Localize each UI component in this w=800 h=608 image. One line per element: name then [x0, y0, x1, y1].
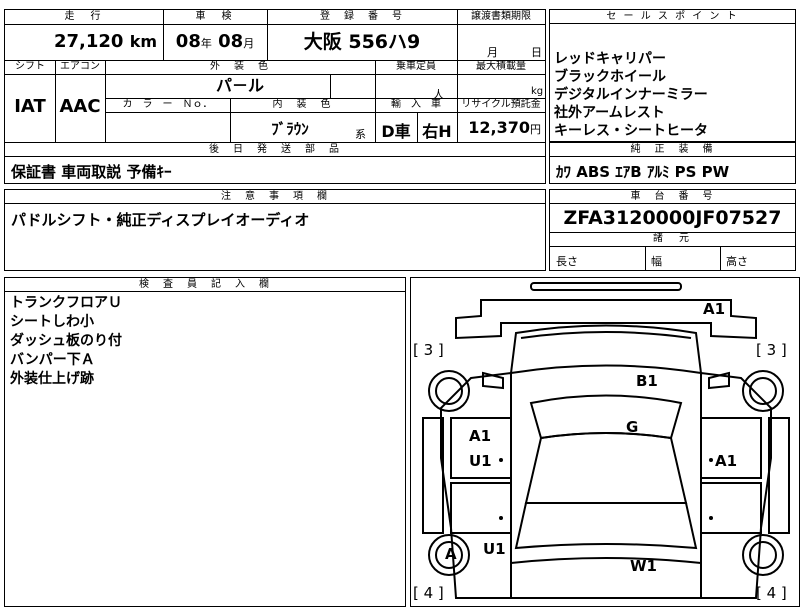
standard-equipment-header: 純 正 装 備: [550, 143, 795, 157]
inspection-year: 08: [175, 31, 201, 52]
capacity-label: 乗車定員: [396, 61, 436, 72]
damage-mark-a: A: [445, 545, 457, 563]
mileage-label: 走 行: [64, 11, 104, 22]
list-item: 外装仕上げ跡: [10, 371, 94, 387]
damage-mark-a1-right: A1: [715, 452, 738, 470]
steering-value: 右H: [422, 122, 452, 141]
mileage-value: 27,120 km: [5, 28, 163, 58]
list-item: レッドキャリパー: [554, 51, 666, 67]
list-item: ブラックホイール: [554, 69, 666, 85]
chassis-header: 車 台 番 号: [550, 190, 795, 204]
sales-points-header: セ ー ル ス ポ イ ン ト: [550, 10, 795, 24]
shift-value: IAT: [14, 96, 46, 117]
transfer-month-unit: 月: [487, 46, 498, 59]
ext-color-label: 外 装 色: [210, 61, 270, 72]
shift-label: シフト: [15, 61, 45, 72]
damage-mark-g: G: [626, 418, 639, 436]
vehicle-info-table: 走 行 車 検 登 録 番 号 譲渡書類期限 27,120 km 08年 08月…: [4, 9, 546, 143]
ac-value: AAC: [59, 96, 101, 117]
mileage-unit: km: [129, 32, 157, 51]
later-parts-box: 後 日 発 送 部 品 保証書 車両取説 予備ｷｰ: [4, 142, 546, 184]
damage-mark-b1: B1: [636, 372, 658, 390]
list-item: ダッシュ板のり付: [10, 333, 122, 349]
int-color-label: 内 装 色: [272, 99, 333, 110]
sales-points-box: セ ー ル ス ポ イ ン ト レッドキャリパー ブラックホイール デジタルイン…: [549, 9, 796, 142]
tire-depth-left-top: [ 3 ]: [413, 341, 444, 359]
import-label: 輸 入 車: [391, 99, 441, 110]
list-item: バンパー下Ａ: [10, 352, 95, 368]
inspection-month: 08: [218, 31, 244, 52]
notes-header: 注 意 事 項 欄: [5, 190, 545, 204]
recycle-amount: 12,370: [468, 118, 530, 137]
max-load-label: 最大積載量: [476, 61, 526, 72]
tire-depth-right-top: [ 3 ]: [756, 341, 787, 359]
tire-depth-left-bottom: [ 4 ]: [413, 584, 444, 602]
registration-value: 大阪 556ハ9: [303, 31, 421, 53]
inspection-year-unit: 年: [200, 37, 212, 50]
list-item: デジタルインナーミラー: [554, 87, 708, 103]
color-no-label: カ ラ ー Ｎｏ．: [122, 99, 213, 110]
notes-value: パドルシフト・純正ディスプレイオーディオ: [11, 211, 310, 229]
inspection-value: 08年 08月: [163, 28, 267, 58]
later-parts-value: 保証書 車両取説 予備ｷｰ: [11, 163, 172, 181]
inspector-box: 検 査 員 記 入 欄 トランクフロアＵ シートしわ小 ダッシュ板のり付 バンパ…: [4, 277, 406, 607]
inspection-label: 車 検: [195, 11, 235, 22]
list-item: 社外アームレスト: [554, 105, 665, 121]
damage-mark-a1-left: A1: [469, 427, 492, 445]
damage-mark-u1-lower: U1: [483, 540, 506, 558]
inspection-month-unit: 月: [243, 37, 255, 50]
later-parts-header: 後 日 発 送 部 品: [5, 143, 545, 157]
chassis-value: ZFA3120000JF07527: [563, 207, 782, 229]
damage-mark-a1-top: A1: [703, 300, 726, 318]
ext-color-value: パ－ル: [215, 76, 264, 95]
damage-mark-u1-left: U1: [469, 452, 492, 470]
mileage-number: 27,120: [53, 31, 124, 52]
recycle-label: リサイクル預託金: [461, 99, 541, 110]
max-load-unit: kg: [531, 86, 544, 97]
list-item: キーレス・シートヒータ: [554, 123, 708, 139]
transfer-day-unit: 日: [531, 46, 542, 59]
transfer-deadline-label: 譲渡書類期限: [471, 11, 531, 22]
int-color-suffix: 系: [355, 128, 366, 141]
list-item: シートしわ小: [10, 314, 94, 330]
width-label: 幅: [651, 255, 662, 268]
car-diagram-box: A1 B1 G A1 U1 A1 A U1 W1 [ 3 ] [ 3 ] [ 4…: [410, 277, 800, 607]
standard-equipment-value: ｶﾜ ABS ｴｱB ｱﾙﾐ PS PW: [556, 163, 730, 181]
length-label: 長さ: [556, 255, 578, 268]
ac-label: エアコン: [60, 61, 100, 72]
damage-mark-w1: W1: [630, 557, 657, 575]
spec-header: 諸 元: [653, 233, 692, 244]
registration-label: 登 録 番 号: [320, 11, 404, 22]
list-item: トランクフロアＵ: [10, 295, 122, 311]
notes-box: 注 意 事 項 欄 パドルシフト・純正ディスプレイオーディオ: [4, 189, 546, 271]
inspector-list: トランクフロアＵ シートしわ小 ダッシュ板のり付 バンパー下Ａ 外装仕上げ跡: [10, 294, 122, 389]
recycle-unit: 円: [530, 123, 541, 136]
chassis-box: 車 台 番 号 ZFA3120000JF07527 諸 元 長さ 幅 高さ: [549, 189, 796, 271]
height-label: 高さ: [726, 255, 748, 268]
inspector-header: 検 査 員 記 入 欄: [5, 278, 405, 292]
recycle-value: 12,370円: [457, 118, 545, 137]
import-value: D車: [381, 122, 411, 141]
sales-points-list: レッドキャリパー ブラックホイール デジタルインナーミラー 社外アームレスト キ…: [554, 50, 708, 140]
standard-equipment-box: 純 正 装 備 ｶﾜ ABS ｴｱB ｱﾙﾐ PS PW: [549, 142, 796, 184]
tire-depth-right-bottom: [ 4 ]: [756, 584, 787, 602]
int-color-value: ﾌﾞﾗｳﾝ: [271, 120, 309, 138]
